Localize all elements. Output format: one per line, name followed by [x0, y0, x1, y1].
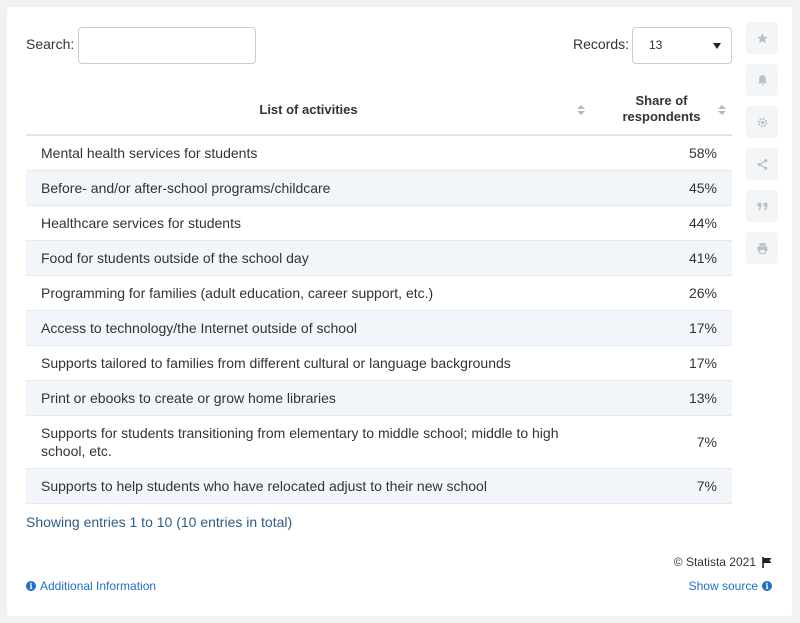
- cell-activity: Access to technology/the Internet outsid…: [26, 310, 591, 346]
- show-source-label: Show source: [688, 579, 758, 593]
- cell-share: 17%: [591, 310, 732, 346]
- print-icon: [757, 242, 767, 254]
- search-label: Search:: [26, 36, 75, 52]
- sort-icon: [718, 105, 726, 117]
- entries-info: Showing entries 1 to 10 (10 entries in t…: [26, 514, 293, 530]
- cell-activity: Supports to help students who have reloc…: [26, 468, 591, 504]
- cell-share: 7%: [591, 415, 732, 469]
- cell-activity: Before- and/or after-school programs/chi…: [26, 170, 591, 206]
- cell-activity: Programming for families (adult educatio…: [26, 275, 591, 311]
- chevron-down-icon: [713, 43, 721, 49]
- table-row: Supports to help students who have reloc…: [26, 468, 732, 504]
- cell-activity: Mental health services for students: [26, 135, 591, 171]
- copyright-text: © Statista 2021: [673, 555, 756, 569]
- cell-activity: Supports tailored to families from diffe…: [26, 345, 591, 381]
- table-row: Programming for families (adult educatio…: [26, 275, 732, 311]
- sort-icon: [577, 105, 585, 117]
- search-input[interactable]: [78, 27, 256, 64]
- bell-icon: [757, 74, 767, 85]
- records-value: 13: [649, 38, 663, 52]
- info-icon: i: [26, 581, 36, 591]
- cell-activity: Healthcare services for students: [26, 205, 591, 241]
- records-label: Records:: [573, 36, 630, 52]
- cell-share: 44%: [591, 205, 732, 241]
- share-icon: [757, 158, 767, 170]
- table-row: Supports tailored to families from diffe…: [26, 345, 732, 381]
- table-row: Supports for students transitioning from…: [26, 415, 732, 469]
- copyright: © Statista 2021: [674, 555, 772, 569]
- table-row: Mental health services for students 58%: [26, 135, 732, 171]
- table-row: Print or ebooks to create or grow home l…: [26, 380, 732, 416]
- info-icon: i: [762, 581, 772, 591]
- cell-activity: Print or ebooks to create or grow home l…: [26, 380, 591, 416]
- cell-share: 26%: [591, 275, 732, 311]
- cite-button[interactable]: [746, 190, 778, 222]
- additional-information-link[interactable]: i Additional Information: [26, 579, 156, 593]
- cell-share: 41%: [591, 240, 732, 276]
- notification-button[interactable]: [746, 64, 778, 96]
- cell-activity: Food for students outside of the school …: [26, 240, 591, 276]
- column-header-label: Share of respondents: [622, 93, 701, 124]
- data-table: List of activities Share of respondents …: [26, 84, 732, 504]
- settings-button[interactable]: [746, 106, 778, 138]
- cell-share: 58%: [591, 135, 732, 171]
- gear-icon: [757, 117, 767, 127]
- cell-activity: Supports for students transitioning from…: [26, 415, 591, 469]
- print-button[interactable]: [746, 232, 778, 264]
- statista-card: Search: Records: 13 List of activities S…: [7, 7, 792, 616]
- cell-share: 17%: [591, 345, 732, 381]
- table-row: Food for students outside of the school …: [26, 240, 732, 276]
- cell-share: 45%: [591, 170, 732, 206]
- flag-icon[interactable]: [762, 556, 772, 568]
- share-button[interactable]: [746, 148, 778, 180]
- favorite-button[interactable]: [746, 22, 778, 54]
- cell-share: 7%: [591, 468, 732, 504]
- cell-share: 13%: [591, 380, 732, 416]
- table-row: Healthcare services for students 44%: [26, 205, 732, 241]
- show-source-link[interactable]: Show source i: [689, 579, 772, 593]
- records-select[interactable]: 13: [632, 27, 732, 64]
- table-row: Access to technology/the Internet outsid…: [26, 310, 732, 346]
- quote-icon: [757, 202, 767, 210]
- table-row: Before- and/or after-school programs/chi…: [26, 170, 732, 206]
- column-header-label: List of activities: [259, 101, 358, 117]
- column-header-share[interactable]: Share of respondents: [591, 84, 732, 136]
- column-header-activities[interactable]: List of activities: [26, 84, 591, 136]
- side-toolbar: [746, 22, 778, 274]
- star-icon: [756, 32, 768, 43]
- additional-information-label: Additional Information: [40, 579, 157, 593]
